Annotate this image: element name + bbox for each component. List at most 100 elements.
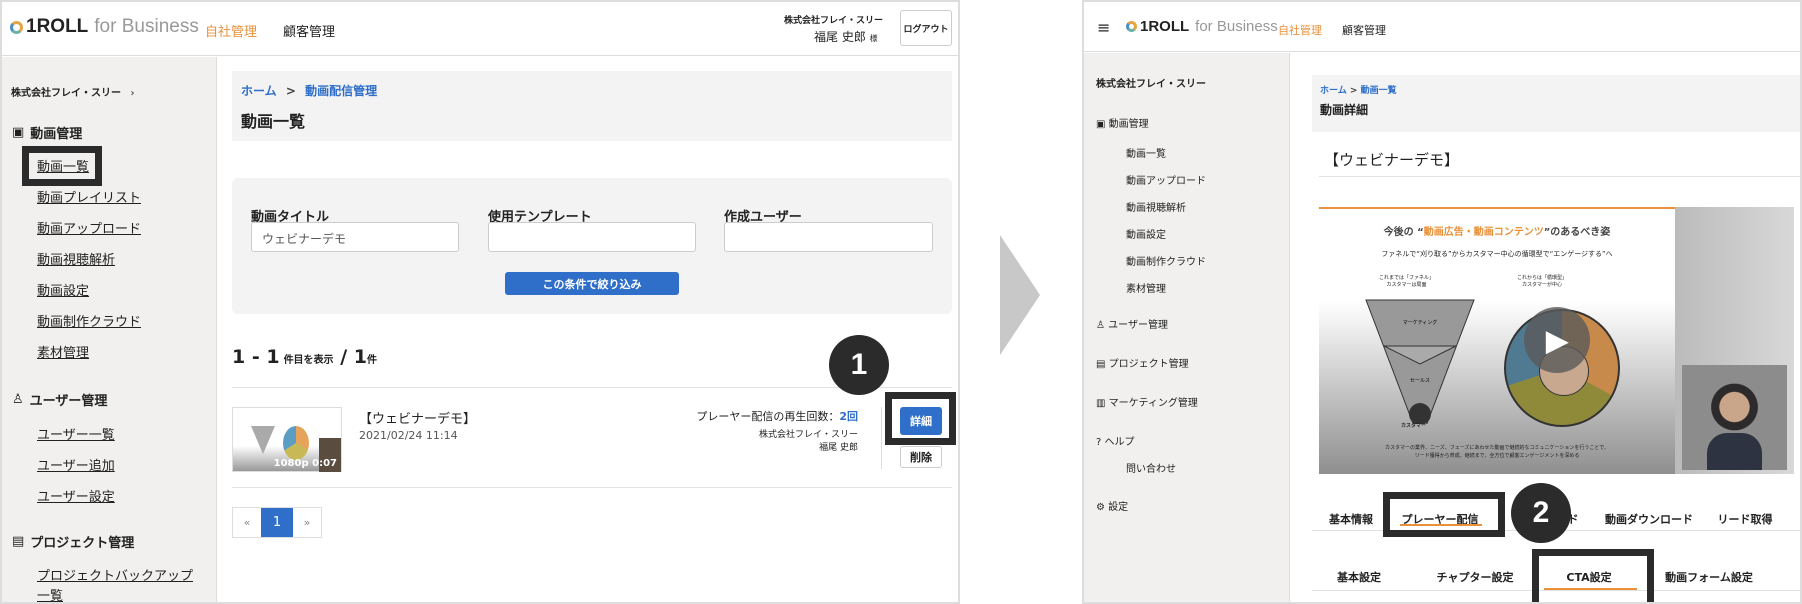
- filter-submit-button[interactable]: この条件で絞り込み: [505, 272, 679, 295]
- chart-icon: ▥: [1096, 398, 1106, 409]
- pagination-page-1[interactable]: 1: [261, 508, 293, 537]
- project-icon: ▤: [1096, 359, 1106, 370]
- sidebar-item-video-list[interactable]: 動画一覧: [1126, 145, 1166, 160]
- tab-download[interactable]: 動画ダウンロード: [1605, 511, 1693, 527]
- header-user: 福尾 史郎 様: [814, 30, 878, 44]
- title-input[interactable]: ウェビナーデモ: [251, 222, 459, 252]
- video-thumbnail[interactable]: 1080p 0:07: [232, 407, 342, 472]
- divider: [881, 407, 882, 469]
- customer-label: カスタマー: [1401, 423, 1427, 429]
- divider: [1319, 176, 1800, 177]
- video-title[interactable]: 【ウェビナーデモ】: [359, 408, 476, 427]
- header: 1ROLL for Business 自社管理 顧客管理 株式会社フレイ・スリー …: [2, 2, 958, 56]
- sidebar-item-settings[interactable]: ⚙ 設定: [1096, 498, 1128, 513]
- user-icon: ♙: [1096, 320, 1105, 331]
- step-marker-1: 1: [829, 335, 889, 395]
- slide-footer: カスタマーの業界、ニーズ、フェーズにあわせた動画で継続的なコミュニケーションを行…: [1384, 445, 1610, 459]
- gear-icon: ⚙: [1096, 502, 1105, 513]
- subtab-form[interactable]: 動画フォーム設定: [1665, 569, 1753, 585]
- funnel-diagram: マーケティングセールス: [1365, 299, 1475, 424]
- highlight-box: [22, 146, 102, 186]
- presenter-video: [1682, 365, 1787, 470]
- help-icon: ?: [1096, 437, 1102, 448]
- nav-own-company[interactable]: 自社管理: [1278, 22, 1322, 38]
- play-button[interactable]: ▶: [1524, 307, 1590, 373]
- thumb-cycle: [283, 426, 309, 460]
- sidebar-section-video[interactable]: ▣ 動画管理: [1096, 115, 1149, 130]
- step-marker-2: 2: [1511, 483, 1571, 543]
- video-company: 株式会社フレイ・スリー: [758, 430, 858, 440]
- slide: 今後の “動画広告・動画コンテンツ”のあるべき姿 ファネルで“刈り取る”からカス…: [1319, 207, 1675, 474]
- delete-button[interactable]: 削除: [900, 446, 942, 468]
- video-player[interactable]: 今後の “動画広告・動画コンテンツ”のあるべき姿 ファネルで“刈り取る”からカス…: [1319, 207, 1794, 474]
- subtab-chapter[interactable]: チャプター設定: [1437, 569, 1514, 585]
- logo[interactable]: 1ROLL for Business: [10, 16, 199, 38]
- sidebar-company[interactable]: 株式会社フレイ・スリー ›: [11, 84, 134, 99]
- sidebar-item-marketing[interactable]: ▥ マーケティング管理: [1096, 394, 1198, 409]
- play-count: プレーヤー配信の再生回数：2回: [696, 410, 858, 423]
- sidebar-item-analytics[interactable]: 動画視聴解析: [1126, 199, 1186, 214]
- funnel-label-marketing: マーケティング: [1403, 319, 1438, 326]
- sidebar-company[interactable]: 株式会社フレイ・スリー: [1096, 75, 1206, 90]
- logo[interactable]: 1ROLL for Business: [1126, 18, 1278, 35]
- slide-heading: 今後の “動画広告・動画コンテンツ”のあるべき姿: [1383, 227, 1611, 238]
- sidebar-item-project-backup-list[interactable]: 一覧: [37, 585, 63, 602]
- sidebar-item-upload[interactable]: 動画アップロード: [37, 218, 141, 237]
- sidebar-item-analytics[interactable]: 動画視聴解析: [37, 249, 115, 268]
- result-count: 1 - 1 件目を表示 / 1件: [232, 346, 377, 368]
- nav-customers[interactable]: 顧客管理: [1342, 22, 1386, 38]
- page-title: 動画一覧: [241, 112, 306, 131]
- sidebar-item-help[interactable]: ? ヘルプ: [1096, 433, 1135, 448]
- breadcrumb-home[interactable]: ホーム: [1320, 86, 1347, 96]
- page-header: ホーム > 動画配信管理 動画一覧: [232, 71, 952, 141]
- video-icon: ▣: [12, 125, 25, 140]
- page-header: ホーム > 動画一覧 動画詳細: [1312, 75, 1800, 132]
- video-quality-duration: 1080p 0:07: [273, 458, 337, 469]
- sidebar-item-project-backup[interactable]: プロジェクトバックアップ: [37, 565, 193, 584]
- sidebar-item-video-settings[interactable]: 動画設定: [37, 280, 89, 299]
- logout-button[interactable]: ログアウト: [900, 10, 952, 46]
- right-screen: ≡ 1ROLL for Business 自社管理 顧客管理 株式会社フレイ・スリ…: [1082, 0, 1802, 604]
- sidebar-item-upload[interactable]: 動画アップロード: [1126, 172, 1206, 187]
- sidebar-item-playlist[interactable]: 動画プレイリスト: [37, 187, 141, 206]
- sidebar: 株式会社フレイ・スリー ▣ 動画管理 動画一覧 動画アップロード 動画視聴解析 …: [1084, 53, 1290, 602]
- left-screen: 1ROLL for Business 自社管理 顧客管理 株式会社フレイ・スリー …: [0, 0, 960, 604]
- sidebar-item-materials[interactable]: 素材管理: [1126, 280, 1166, 295]
- sidebar-item-user-add[interactable]: ユーザー追加: [37, 455, 115, 474]
- page-title: 動画詳細: [1320, 103, 1369, 117]
- sidebar-item-contact[interactable]: 問い合わせ: [1126, 460, 1176, 475]
- breadcrumb: ホーム > 動画配信管理: [241, 84, 378, 98]
- tab-lead[interactable]: リード取得: [1718, 511, 1773, 527]
- breadcrumb: ホーム > 動画一覧: [1320, 86, 1397, 96]
- tab-basic-info[interactable]: 基本情報: [1329, 511, 1373, 527]
- breadcrumb-current[interactable]: 動画一覧: [1361, 86, 1397, 96]
- sidebar-item-projects[interactable]: ▤ プロジェクト管理: [1096, 355, 1189, 370]
- sidebar-item-production-cloud[interactable]: 動画制作クラウド: [37, 311, 141, 330]
- sidebar-item-materials[interactable]: 素材管理: [37, 342, 89, 361]
- header: ≡ 1ROLL for Business 自社管理 顧客管理: [1084, 2, 1800, 52]
- slide-subheading: ファネルで“刈り取る”からカスタマー中心の循環型で“エンゲージする”へ: [1381, 250, 1613, 258]
- sidebar-section-users: ♙ ユーザー管理: [12, 392, 108, 409]
- menu-icon[interactable]: ≡: [1097, 18, 1110, 37]
- slide-left-caption: これまでは「ファネル」 カスタマーは局面: [1379, 275, 1435, 288]
- sidebar-section-video: ▣ 動画管理: [12, 125, 83, 142]
- nav-own-company[interactable]: 自社管理: [205, 21, 257, 40]
- user-input[interactable]: [724, 222, 933, 252]
- sidebar-item-video-settings[interactable]: 動画設定: [1126, 226, 1166, 241]
- sidebar-item-production-cloud[interactable]: 動画制作クラウド: [1126, 253, 1206, 268]
- template-input[interactable]: [488, 222, 696, 252]
- sidebar-item-users[interactable]: ♙ ユーザー管理: [1096, 316, 1168, 331]
- thumb-funnel: [251, 426, 275, 454]
- breadcrumb-current[interactable]: 動画配信管理: [305, 84, 377, 98]
- subtab-basic[interactable]: 基本設定: [1337, 569, 1381, 585]
- sidebar-item-user-list[interactable]: ユーザー一覧: [37, 424, 115, 443]
- funnel-label-sales: セールス: [1410, 378, 1430, 384]
- logo-icon: [10, 20, 23, 34]
- breadcrumb-home[interactable]: ホーム: [241, 84, 277, 98]
- nav-customers[interactable]: 顧客管理: [283, 21, 335, 40]
- filter-panel: 動画タイトル ウェビナーデモ 使用テンプレート 作成ユーザー この条件で絞り込み: [232, 178, 952, 314]
- pagination: « 1 »: [232, 507, 322, 538]
- pagination-next[interactable]: »: [293, 508, 321, 537]
- pagination-prev[interactable]: «: [233, 508, 261, 537]
- sidebar-item-user-settings[interactable]: ユーザー設定: [37, 486, 115, 505]
